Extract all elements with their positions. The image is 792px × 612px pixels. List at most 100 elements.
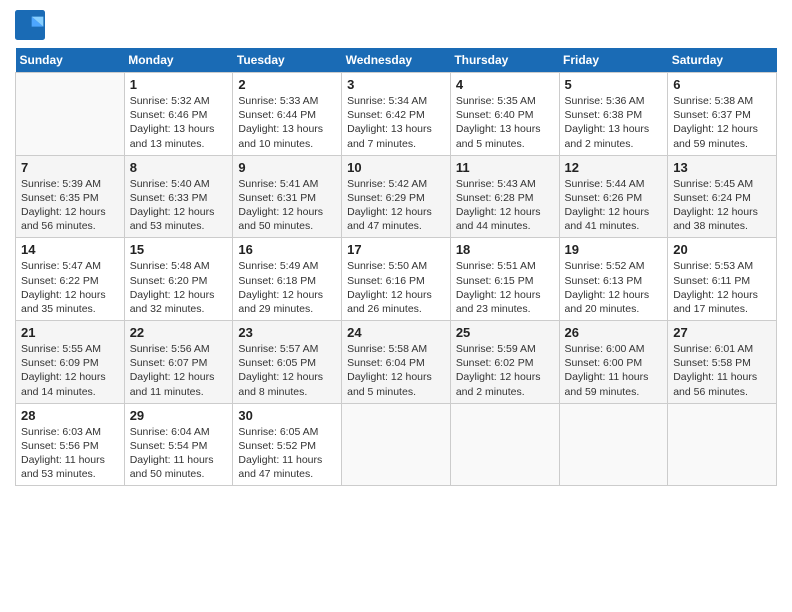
- calendar-cell: 29 Sunrise: 6:04 AMSunset: 5:54 PMDayligh…: [124, 403, 233, 486]
- cell-content: Sunrise: 5:51 AMSunset: 6:15 PMDaylight:…: [456, 259, 554, 316]
- day-number: 11: [456, 160, 554, 175]
- calendar-cell: 27Sunrise: 6:01 AMSunset: 5:58 PMDayligh…: [668, 321, 777, 404]
- cell-content: Sunrise: 5:48 AMSunset: 6:20 PMDaylight:…: [130, 259, 228, 316]
- cell-content: Sunrise: 5:44 AMSunset: 6:26 PMDaylight:…: [565, 177, 663, 234]
- calendar-cell: [668, 403, 777, 486]
- calendar-cell: 10Sunrise: 5:42 AMSunset: 6:29 PMDayligh…: [342, 155, 451, 238]
- calendar-cell: 21 Sunrise: 5:55 AMSunset: 6:09 PMDayligh…: [16, 321, 125, 404]
- cell-content: Sunrise: 5:35 AMSunset: 6:40 PMDaylight:…: [456, 94, 554, 151]
- cell-content: Sunrise: 5:56 AMSunset: 6:07 PMDaylight:…: [130, 342, 228, 399]
- day-number: 25: [456, 325, 554, 340]
- cell-content: Sunrise: 5:52 AMSunset: 6:13 PMDaylight:…: [565, 259, 663, 316]
- calendar-cell: 30 Sunrise: 6:05 AMSunset: 5:52 PMDayligh…: [233, 403, 342, 486]
- day-number: 17: [347, 242, 445, 257]
- day-number: 13: [673, 160, 771, 175]
- day-number: 14: [21, 242, 119, 257]
- day-number: 3: [347, 77, 445, 92]
- day-number: 1: [130, 77, 228, 92]
- day-number: 19: [565, 242, 663, 257]
- calendar-cell: [342, 403, 451, 486]
- cell-content: Sunrise: 5:53 AMSunset: 6:11 PMDaylight:…: [673, 259, 771, 316]
- week-row-3: 14 Sunrise: 5:47 AMSunset: 6:22 PMDayligh…: [16, 238, 777, 321]
- cell-content: Sunrise: 6:01 AMSunset: 5:58 PMDaylight:…: [673, 342, 771, 399]
- col-header-friday: Friday: [559, 48, 668, 73]
- calendar-cell: 4 Sunrise: 5:35 AMSunset: 6:40 PMDaylight…: [450, 73, 559, 156]
- cell-content: Sunrise: 5:47 AMSunset: 6:22 PMDaylight:…: [21, 259, 119, 316]
- header: [15, 10, 777, 40]
- calendar-cell: 6 Sunrise: 5:38 AMSunset: 6:37 PMDaylight…: [668, 73, 777, 156]
- cell-content: Sunrise: 5:38 AMSunset: 6:37 PMDaylight:…: [673, 94, 771, 151]
- col-header-wednesday: Wednesday: [342, 48, 451, 73]
- calendar-cell: [450, 403, 559, 486]
- calendar-cell: 2 Sunrise: 5:33 AMSunset: 6:44 PMDaylight…: [233, 73, 342, 156]
- calendar-cell: 7 Sunrise: 5:39 AMSunset: 6:35 PMDaylight…: [16, 155, 125, 238]
- day-number: 24: [347, 325, 445, 340]
- calendar-cell: 3Sunrise: 5:34 AMSunset: 6:42 PMDaylight…: [342, 73, 451, 156]
- cell-content: Sunrise: 5:58 AMSunset: 6:04 PMDaylight:…: [347, 342, 445, 399]
- col-header-sunday: Sunday: [16, 48, 125, 73]
- logo-icon: [15, 10, 45, 40]
- cell-content: Sunrise: 6:00 AMSunset: 6:00 PMDaylight:…: [565, 342, 663, 399]
- cell-content: Sunrise: 5:59 AMSunset: 6:02 PMDaylight:…: [456, 342, 554, 399]
- day-number: 28: [21, 408, 119, 423]
- calendar-cell: 5Sunrise: 5:36 AMSunset: 6:38 PMDaylight…: [559, 73, 668, 156]
- day-number: 26: [565, 325, 663, 340]
- week-row-1: 1 Sunrise: 5:32 AMSunset: 6:46 PMDaylight…: [16, 73, 777, 156]
- col-header-saturday: Saturday: [668, 48, 777, 73]
- cell-content: Sunrise: 5:40 AMSunset: 6:33 PMDaylight:…: [130, 177, 228, 234]
- calendar-cell: 14 Sunrise: 5:47 AMSunset: 6:22 PMDayligh…: [16, 238, 125, 321]
- day-number: 12: [565, 160, 663, 175]
- calendar-cell: 22 Sunrise: 5:56 AMSunset: 6:07 PMDayligh…: [124, 321, 233, 404]
- week-row-5: 28 Sunrise: 6:03 AMSunset: 5:56 PMDayligh…: [16, 403, 777, 486]
- cell-content: Sunrise: 5:33 AMSunset: 6:44 PMDaylight:…: [238, 94, 336, 151]
- day-number: 4: [456, 77, 554, 92]
- logo: [15, 10, 49, 40]
- cell-content: Sunrise: 5:32 AMSunset: 6:46 PMDaylight:…: [130, 94, 228, 151]
- cell-content: Sunrise: 5:57 AMSunset: 6:05 PMDaylight:…: [238, 342, 336, 399]
- week-row-4: 21 Sunrise: 5:55 AMSunset: 6:09 PMDayligh…: [16, 321, 777, 404]
- calendar-cell: 26 Sunrise: 6:00 AMSunset: 6:00 PMDayligh…: [559, 321, 668, 404]
- calendar-cell: 24 Sunrise: 5:58 AMSunset: 6:04 PMDayligh…: [342, 321, 451, 404]
- day-number: 2: [238, 77, 336, 92]
- cell-content: Sunrise: 6:05 AMSunset: 5:52 PMDaylight:…: [238, 425, 336, 482]
- calendar-table: SundayMondayTuesdayWednesdayThursdayFrid…: [15, 48, 777, 486]
- calendar-cell: [559, 403, 668, 486]
- calendar-cell: 12 Sunrise: 5:44 AMSunset: 6:26 PMDayligh…: [559, 155, 668, 238]
- cell-content: Sunrise: 5:42 AMSunset: 6:29 PMDaylight:…: [347, 177, 445, 234]
- calendar-cell: 23 Sunrise: 5:57 AMSunset: 6:05 PMDayligh…: [233, 321, 342, 404]
- day-number: 22: [130, 325, 228, 340]
- day-number: 9: [238, 160, 336, 175]
- calendar-cell: 16 Sunrise: 5:49 AMSunset: 6:18 PMDayligh…: [233, 238, 342, 321]
- page: SundayMondayTuesdayWednesdayThursdayFrid…: [0, 0, 792, 612]
- cell-content: Sunrise: 5:55 AMSunset: 6:09 PMDaylight:…: [21, 342, 119, 399]
- calendar-cell: 13Sunrise: 5:45 AMSunset: 6:24 PMDayligh…: [668, 155, 777, 238]
- calendar-cell: 28 Sunrise: 6:03 AMSunset: 5:56 PMDayligh…: [16, 403, 125, 486]
- day-number: 23: [238, 325, 336, 340]
- col-header-monday: Monday: [124, 48, 233, 73]
- cell-content: Sunrise: 6:04 AMSunset: 5:54 PMDaylight:…: [130, 425, 228, 482]
- week-row-2: 7 Sunrise: 5:39 AMSunset: 6:35 PMDaylight…: [16, 155, 777, 238]
- calendar-cell: 17 Sunrise: 5:50 AMSunset: 6:16 PMDayligh…: [342, 238, 451, 321]
- calendar-cell: [16, 73, 125, 156]
- day-number: 15: [130, 242, 228, 257]
- day-number: 16: [238, 242, 336, 257]
- day-number: 6: [673, 77, 771, 92]
- cell-content: Sunrise: 5:36 AMSunset: 6:38 PMDaylight:…: [565, 94, 663, 151]
- day-number: 20: [673, 242, 771, 257]
- calendar-cell: 15 Sunrise: 5:48 AMSunset: 6:20 PMDayligh…: [124, 238, 233, 321]
- calendar-cell: 8Sunrise: 5:40 AMSunset: 6:33 PMDaylight…: [124, 155, 233, 238]
- header-row: SundayMondayTuesdayWednesdayThursdayFrid…: [16, 48, 777, 73]
- cell-content: Sunrise: 5:49 AMSunset: 6:18 PMDaylight:…: [238, 259, 336, 316]
- calendar-cell: 25 Sunrise: 5:59 AMSunset: 6:02 PMDayligh…: [450, 321, 559, 404]
- col-header-tuesday: Tuesday: [233, 48, 342, 73]
- day-number: 29: [130, 408, 228, 423]
- day-number: 21: [21, 325, 119, 340]
- calendar-cell: 18Sunrise: 5:51 AMSunset: 6:15 PMDayligh…: [450, 238, 559, 321]
- day-number: 30: [238, 408, 336, 423]
- cell-content: Sunrise: 6:03 AMSunset: 5:56 PMDaylight:…: [21, 425, 119, 482]
- cell-content: Sunrise: 5:39 AMSunset: 6:35 PMDaylight:…: [21, 177, 119, 234]
- cell-content: Sunrise: 5:50 AMSunset: 6:16 PMDaylight:…: [347, 259, 445, 316]
- cell-content: Sunrise: 5:43 AMSunset: 6:28 PMDaylight:…: [456, 177, 554, 234]
- day-number: 7: [21, 160, 119, 175]
- cell-content: Sunrise: 5:41 AMSunset: 6:31 PMDaylight:…: [238, 177, 336, 234]
